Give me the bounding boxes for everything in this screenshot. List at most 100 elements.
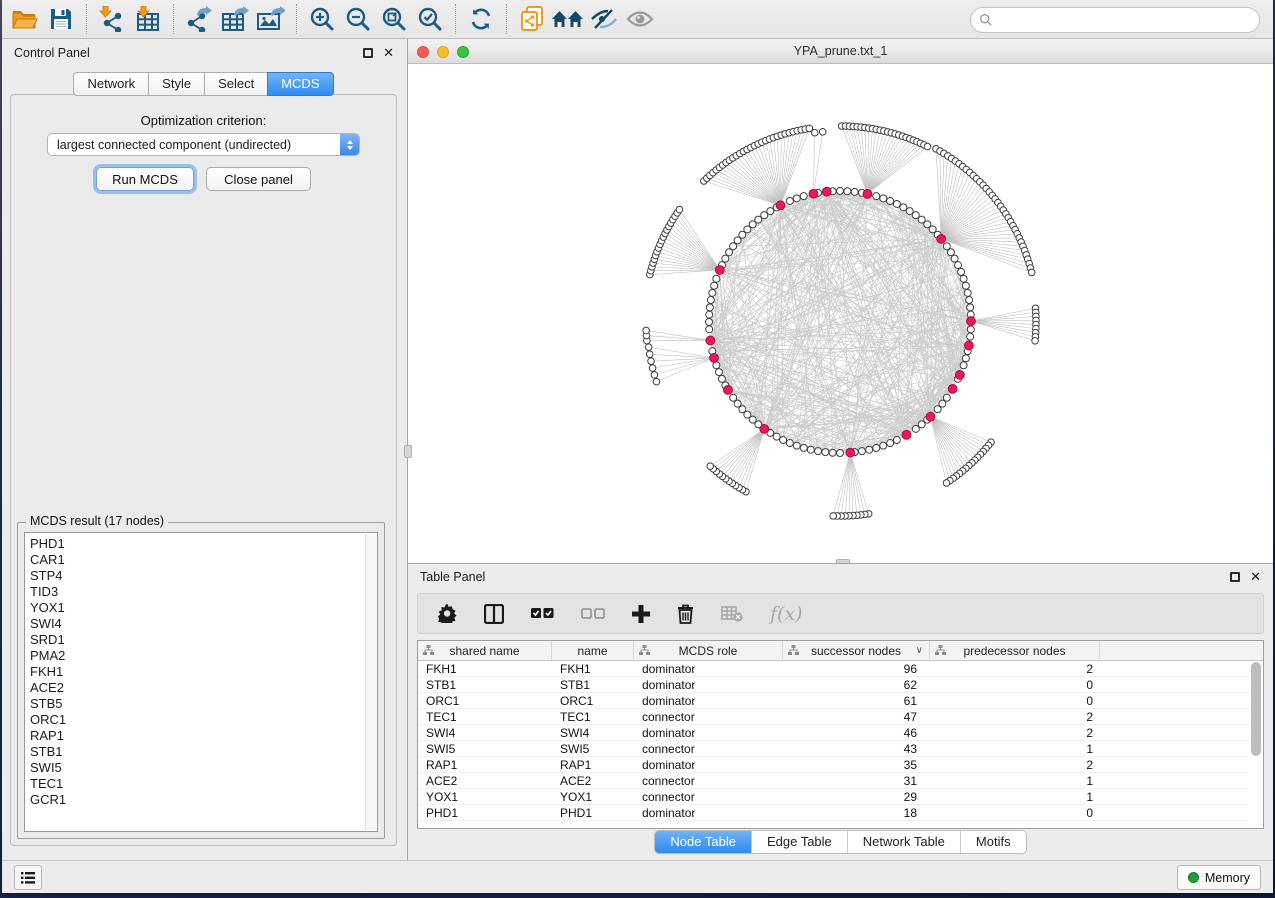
network-graph[interactable] — [408, 64, 1273, 563]
close-panel-icon[interactable]: ✕ — [383, 48, 394, 58]
hide-edges-button[interactable] — [586, 3, 622, 35]
column-layout-button[interactable] — [484, 604, 504, 624]
mcds-result-list[interactable]: PHD1CAR1STP4TID3YOX1SWI4SRD1PMA2FKH1ACE2… — [24, 532, 378, 832]
column-header-name[interactable]: name — [552, 641, 634, 661]
result-list-scrollbar[interactable] — [365, 534, 376, 830]
zoom-out-button[interactable] — [340, 3, 376, 35]
mcds-hub-node[interactable] — [926, 412, 935, 421]
mcds-hub-node[interactable] — [706, 336, 715, 345]
table-row[interactable]: STB1STB1dominator620 — [418, 677, 1249, 693]
column-header-MCDS-role[interactable]: MCDS role — [634, 641, 783, 661]
memory-button[interactable]: Memory — [1177, 865, 1261, 890]
table-row[interactable]: PHD1PHD1dominator180 — [418, 805, 1249, 821]
optimization-dropdown[interactable]: largest connected component (undirected) — [47, 133, 360, 156]
mcds-hub-node[interactable] — [955, 370, 964, 379]
refresh-layout-button[interactable] — [463, 3, 499, 35]
mcds-hub-node[interactable] — [776, 201, 785, 210]
mcds-result-item[interactable]: SWI4 — [30, 616, 377, 632]
open-file-button[interactable] — [7, 3, 43, 35]
mcds-hub-node[interactable] — [715, 266, 724, 275]
mcds-hub-node[interactable] — [948, 384, 957, 393]
delete-column-button[interactable] — [677, 604, 694, 624]
mcds-hub-node[interactable] — [846, 448, 855, 457]
run-mcds-button[interactable]: Run MCDS — [96, 167, 194, 191]
tab-motifs[interactable]: Motifs — [960, 831, 1026, 853]
table-row[interactable]: YOX1YOX1connector291 — [418, 789, 1249, 805]
task-history-button[interactable] — [14, 865, 42, 890]
float-panel-icon[interactable] — [363, 48, 373, 58]
table-row[interactable]: RAP1RAP1dominator352 — [418, 757, 1249, 773]
tab-node-table[interactable]: Node Table — [655, 831, 751, 853]
mcds-result-item[interactable]: RAP1 — [30, 728, 377, 744]
export-table-button[interactable] — [217, 3, 253, 35]
show-all-button[interactable] — [622, 3, 658, 35]
mcds-result-item[interactable]: SRD1 — [30, 632, 377, 648]
import-network-button[interactable] — [94, 3, 130, 35]
mcds-result-item[interactable]: STB1 — [30, 744, 377, 760]
mcds-hub-node[interactable] — [902, 430, 911, 439]
network-overview-button[interactable] — [550, 3, 586, 35]
mcds-result-item[interactable]: TEC1 — [30, 776, 377, 792]
mcds-result-item[interactable]: STB5 — [30, 696, 377, 712]
float-table-panel-icon[interactable] — [1230, 572, 1240, 582]
network-canvas[interactable] — [408, 64, 1273, 563]
minimize-window-icon[interactable] — [437, 46, 449, 58]
maximize-window-icon[interactable] — [457, 46, 469, 58]
zoom-fit-button[interactable] — [376, 3, 412, 35]
mcds-result-item[interactable]: YOX1 — [30, 600, 377, 616]
table-scrollbar[interactable] — [1251, 662, 1261, 826]
close-window-icon[interactable] — [417, 46, 429, 58]
table-row[interactable]: ORC1ORC1dominator610 — [418, 693, 1249, 709]
mcds-result-item[interactable]: CAR1 — [30, 552, 377, 568]
tab-style[interactable]: Style — [148, 72, 205, 96]
mcds-hub-node[interactable] — [967, 317, 976, 326]
mcds-result-item[interactable]: PMA2 — [30, 648, 377, 664]
mcds-hub-node[interactable] — [760, 425, 769, 434]
mcds-hub-node[interactable] — [822, 187, 831, 196]
export-network-button[interactable] — [181, 3, 217, 35]
mcds-result-item[interactable]: PHD1 — [30, 536, 377, 552]
zoom-selected-button[interactable] — [412, 3, 448, 35]
tab-network[interactable]: Network — [73, 72, 149, 96]
tab-network-table[interactable]: Network Table — [847, 831, 960, 853]
table-row[interactable]: FKH1FKH1dominator962 — [418, 661, 1249, 677]
mcds-hub-node[interactable] — [937, 234, 946, 243]
deselect-all-rows-button[interactable] — [581, 608, 605, 620]
table-row[interactable]: SWI4SWI4dominator462 — [418, 725, 1249, 741]
mcds-result-item[interactable]: ORC1 — [30, 712, 377, 728]
mcds-hub-node[interactable] — [964, 341, 973, 350]
mcds-hub-node[interactable] — [710, 353, 719, 362]
table-row[interactable]: ACE2ACE2connector311 — [418, 773, 1249, 789]
mcds-result-item[interactable]: STP4 — [30, 568, 377, 584]
mcds-result-item[interactable]: TID3 — [30, 584, 377, 600]
close-panel-button[interactable]: Close panel — [206, 167, 311, 191]
table-options-button[interactable] — [438, 604, 457, 623]
export-image-button[interactable] — [253, 3, 289, 35]
column-header-shared-name[interactable]: shared name — [418, 641, 552, 661]
column-header-successor-nodes[interactable]: successor nodes∨ — [783, 641, 930, 661]
select-all-rows-button[interactable] — [531, 608, 554, 620]
network-window-titlebar[interactable]: YPA_prune.txt_1 — [408, 39, 1273, 64]
duplicate-network-button[interactable] — [514, 3, 550, 35]
mcds-result-item[interactable]: FKH1 — [30, 664, 377, 680]
close-table-panel-icon[interactable]: ✕ — [1250, 572, 1261, 582]
mcds-hub-node[interactable] — [863, 190, 872, 199]
mcds-result-item[interactable]: SWI5 — [30, 760, 377, 776]
mcds-result-item[interactable]: ACE2 — [30, 680, 377, 696]
add-column-button[interactable] — [632, 605, 650, 623]
mcds-hub-node[interactable] — [809, 189, 818, 198]
mcds-result-item[interactable]: GCR1 — [30, 792, 377, 808]
tab-edge-table[interactable]: Edge Table — [751, 831, 847, 853]
table-scrollbar-thumb[interactable] — [1251, 662, 1261, 756]
import-table-button[interactable] — [130, 3, 166, 35]
tab-select[interactable]: Select — [204, 72, 268, 96]
table-row[interactable]: TEC1TEC1connector472 — [418, 709, 1249, 725]
mcds-hub-node[interactable] — [724, 385, 733, 394]
column-header-predecessor-nodes[interactable]: predecessor nodes — [930, 641, 1100, 661]
search-input[interactable] — [993, 10, 1259, 30]
vertical-splitter-grip[interactable] — [404, 445, 412, 458]
tab-mcds[interactable]: MCDS — [267, 72, 333, 96]
table-row[interactable]: SWI5SWI5connector431 — [418, 741, 1249, 757]
save-session-button[interactable] — [43, 3, 79, 35]
zoom-in-button[interactable] — [304, 3, 340, 35]
